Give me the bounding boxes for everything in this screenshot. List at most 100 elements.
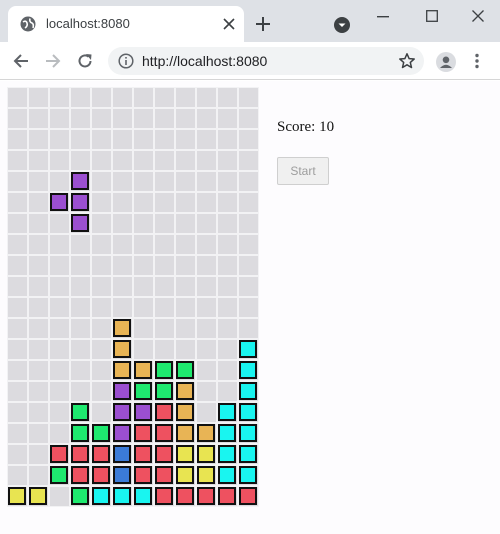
board-cell [238, 234, 259, 255]
close-tab-icon[interactable] [222, 17, 236, 31]
bookmark-star-icon[interactable] [398, 52, 416, 70]
reload-icon[interactable] [77, 53, 93, 69]
locked-block [239, 445, 257, 463]
board-cell [154, 87, 175, 108]
board-cell [49, 129, 70, 150]
board-cell [154, 171, 175, 192]
start-button[interactable]: Start [277, 157, 329, 185]
board-cell [91, 276, 112, 297]
board-cell [175, 255, 196, 276]
board-cell [28, 255, 49, 276]
board-cell [49, 402, 70, 423]
browser-toolbar: http://localhost:8080 [0, 42, 500, 80]
board-cell [196, 276, 217, 297]
maximize-icon[interactable] [426, 10, 438, 22]
board-cell [91, 297, 112, 318]
board-cell [28, 192, 49, 213]
board-cell [217, 318, 238, 339]
board-cell [70, 150, 91, 171]
address-bar[interactable]: http://localhost:8080 [108, 47, 424, 75]
board-cell [238, 171, 259, 192]
board-cell [175, 87, 196, 108]
info-icon[interactable] [118, 53, 134, 69]
board-cell [196, 213, 217, 234]
locked-block [239, 487, 257, 505]
board-cell [91, 192, 112, 213]
board-cell [133, 129, 154, 150]
locked-block [50, 445, 68, 463]
locked-block [113, 487, 131, 505]
locked-block [113, 340, 131, 358]
board-cell [112, 129, 133, 150]
board-cell [49, 423, 70, 444]
board-cell [7, 444, 28, 465]
board-cell [175, 192, 196, 213]
board-cell [7, 108, 28, 129]
board-cell [175, 129, 196, 150]
board-cell [217, 108, 238, 129]
board-cell [28, 150, 49, 171]
board-cell [238, 213, 259, 234]
locked-block [218, 487, 236, 505]
page-content: Score: 10 Start [0, 81, 500, 534]
board-cell [175, 171, 196, 192]
board-cell [49, 213, 70, 234]
locked-block [218, 466, 236, 484]
board-cell [133, 213, 154, 234]
board-cell [238, 192, 259, 213]
browser-tab[interactable]: localhost:8080 [8, 6, 244, 42]
back-arrow-icon[interactable] [13, 53, 29, 69]
board-cell [196, 87, 217, 108]
board-cell [70, 339, 91, 360]
locked-block [155, 424, 173, 442]
board-cell [175, 318, 196, 339]
profile-avatar-icon[interactable] [436, 52, 456, 72]
board-cell [28, 297, 49, 318]
locked-block [71, 424, 89, 442]
board-cell [49, 255, 70, 276]
tab-search-icon[interactable] [334, 17, 350, 33]
board-cell [133, 339, 154, 360]
board-cell [28, 402, 49, 423]
board-cell [7, 318, 28, 339]
board-cell [217, 192, 238, 213]
board-cell [91, 381, 112, 402]
board-cell [175, 339, 196, 360]
board-cell [133, 150, 154, 171]
board-cell [7, 234, 28, 255]
board-cell [217, 339, 238, 360]
board-cell [133, 276, 154, 297]
board-cell [28, 339, 49, 360]
url-text: http://localhost:8080 [142, 53, 268, 69]
menu-kebab-icon[interactable] [474, 53, 480, 69]
locked-block [92, 424, 110, 442]
board-cell [7, 402, 28, 423]
locked-block [155, 403, 173, 421]
board-cell [112, 192, 133, 213]
board-cell [175, 276, 196, 297]
locked-block [155, 487, 173, 505]
board-cell [28, 465, 49, 486]
new-tab-icon[interactable] [256, 17, 270, 31]
board-cell [49, 297, 70, 318]
board-cell [91, 360, 112, 381]
board-cell [154, 150, 175, 171]
locked-block [113, 466, 131, 484]
locked-block [71, 403, 89, 421]
board-cell [91, 171, 112, 192]
locked-block [134, 445, 152, 463]
locked-block [92, 445, 110, 463]
close-window-icon[interactable] [472, 10, 484, 22]
locked-block [113, 382, 131, 400]
board-cell [28, 108, 49, 129]
locked-block [71, 487, 89, 505]
board-cell [49, 150, 70, 171]
board-cell [196, 234, 217, 255]
board-cell [154, 192, 175, 213]
locked-block [155, 361, 173, 379]
locked-block [239, 466, 257, 484]
minimize-icon[interactable] [377, 16, 389, 18]
board-cell [154, 108, 175, 129]
forward-arrow-icon[interactable] [45, 53, 61, 69]
board-cell [238, 108, 259, 129]
